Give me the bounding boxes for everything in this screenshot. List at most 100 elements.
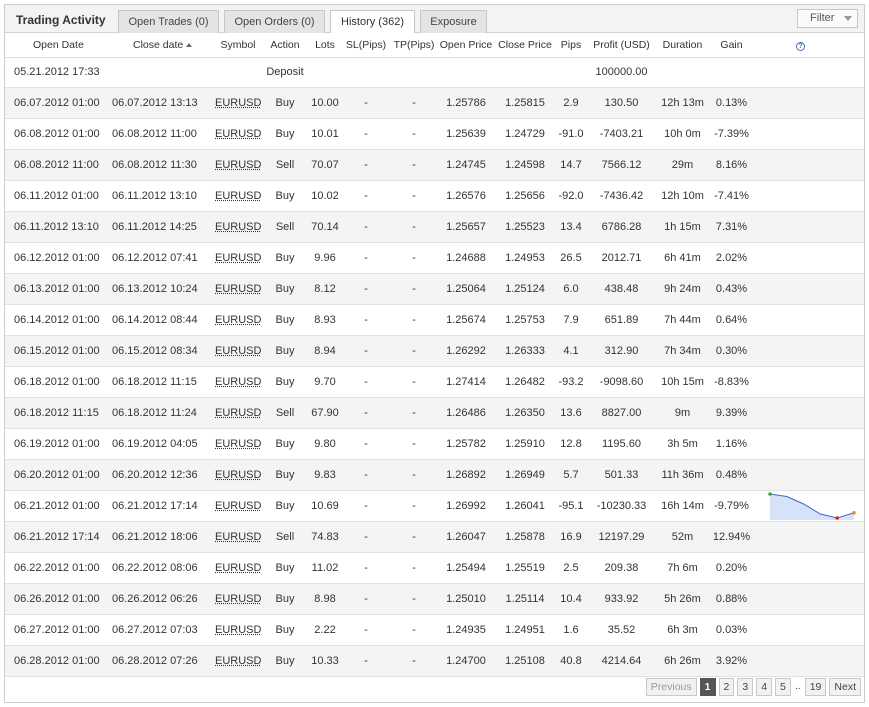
cell-open-price: 1.26486 <box>437 397 495 429</box>
cell-sl-pips: - <box>341 304 391 336</box>
table-row: 06.28.2012 01:00 06.28.2012 07:26 EURUSD Bu… <box>5 645 864 677</box>
cell-open-price: 1.24935 <box>437 614 495 646</box>
symbol-link[interactable]: EURUSD <box>215 190 261 202</box>
cell-gain: -8.83% <box>709 366 754 398</box>
table-row: 06.18.2012 01:00 06.18.2012 11:15 EURUSD Bu… <box>5 366 864 398</box>
col-open-price[interactable]: Open Price <box>437 33 495 58</box>
cell-symbol: EURUSD <box>215 149 261 181</box>
col-duration[interactable]: Duration <box>656 33 709 58</box>
cell-symbol: EURUSD <box>215 459 261 491</box>
cell-open-price: 1.24745 <box>437 149 495 181</box>
cell-tp-pips: - <box>391 273 437 305</box>
history-table: Open Date Close date Symbol Action Lots … <box>5 33 864 677</box>
cell-open-date: 06.18.2012 01:00 <box>5 366 109 398</box>
col-close-date[interactable]: Close date <box>109 33 215 58</box>
cell-pips: -93.2 <box>555 366 587 398</box>
col-pips[interactable]: Pips <box>555 33 587 58</box>
col-close-price[interactable]: Close Price <box>495 33 555 58</box>
cell-pips: -95.1 <box>555 490 587 522</box>
cell-open-price: 1.25494 <box>437 552 495 584</box>
cell-close-price: 1.25878 <box>495 521 555 553</box>
cell-duration: 5h 26m <box>656 583 709 615</box>
pager-page-5[interactable]: 5 <box>775 678 791 696</box>
cell-open-price: 1.25657 <box>437 211 495 243</box>
pager-previous[interactable]: Previous <box>645 678 697 696</box>
col-gain[interactable]: Gain <box>709 33 754 58</box>
symbol-link[interactable]: EURUSD <box>215 531 261 543</box>
cell-profit: -10230.33 <box>587 490 656 522</box>
symbol-link[interactable]: EURUSD <box>215 469 261 481</box>
symbol-link[interactable]: EURUSD <box>215 128 261 140</box>
cell-close-price: 1.26350 <box>495 397 555 429</box>
cell-close-date: 06.27.2012 07:03 <box>109 614 215 646</box>
cell-profit: 209.38 <box>587 552 656 584</box>
pager-page-1[interactable]: 1 <box>699 678 716 696</box>
cell-duration: 10h 15m <box>656 366 709 398</box>
col-tp-pips[interactable]: TP(Pips) <box>391 33 437 58</box>
cell-open-date: 06.20.2012 01:00 <box>5 459 109 491</box>
cell-close-price: 1.25910 <box>495 428 555 460</box>
symbol-link[interactable]: EURUSD <box>215 252 261 264</box>
cell-symbol: EURUSD <box>215 242 261 274</box>
cell-duration: 7h 6m <box>656 552 709 584</box>
cell-chart <box>754 211 864 243</box>
cell-open-date: 06.08.2012 11:00 <box>5 149 109 181</box>
cell-symbol: EURUSD <box>215 428 261 460</box>
pager-page-last[interactable]: 19 <box>804 678 827 696</box>
symbol-link[interactable]: EURUSD <box>215 655 261 667</box>
cell-open-date: 06.15.2012 01:00 <box>5 335 109 367</box>
pager-page-3[interactable]: 3 <box>737 678 754 696</box>
filter-dropdown[interactable]: Filter <box>797 9 858 28</box>
col-profit[interactable]: Profit (USD) <box>587 33 656 58</box>
symbol-link[interactable]: EURUSD <box>215 376 261 388</box>
symbol-link[interactable]: EURUSD <box>215 159 261 171</box>
cell-duration: 11h 36m <box>656 459 709 491</box>
cell-tp-pips: - <box>391 180 437 212</box>
tab-exposure[interactable]: Exposure <box>420 10 487 33</box>
cell-close-date: 06.19.2012 04:05 <box>109 428 215 460</box>
symbol-link[interactable]: EURUSD <box>215 438 261 450</box>
sparkline-end-point <box>852 510 856 515</box>
cell-sl-pips: - <box>341 366 391 398</box>
cell-symbol: EURUSD <box>215 118 261 150</box>
help-icon[interactable]: ? <box>796 41 805 51</box>
table-row: 06.13.2012 01:00 06.13.2012 10:24 EURUSD Bu… <box>5 273 864 305</box>
cell-action: Buy <box>261 490 309 522</box>
cell-duration: 52m <box>656 521 709 553</box>
cell-tp-pips: - <box>391 645 437 677</box>
pager-next[interactable]: Next <box>829 678 861 696</box>
pager-page-2[interactable]: 2 <box>718 678 735 696</box>
symbol-link[interactable]: EURUSD <box>215 407 261 419</box>
cell-lots: 67.90 <box>309 397 341 429</box>
cell-symbol: EURUSD <box>215 304 261 336</box>
col-sl-pips[interactable]: SL(Pips) <box>341 33 391 58</box>
table-row: 06.26.2012 01:00 06.26.2012 06:26 EURUSD Bu… <box>5 583 864 615</box>
symbol-link[interactable]: EURUSD <box>215 562 261 574</box>
cell-gain: 2.02% <box>709 242 754 274</box>
col-action[interactable]: Action <box>261 33 309 58</box>
symbol-link[interactable]: EURUSD <box>215 345 261 357</box>
symbol-link[interactable]: EURUSD <box>215 283 261 295</box>
tab-history[interactable]: History (362) <box>330 10 415 34</box>
pager-page-4[interactable]: 4 <box>756 678 773 696</box>
symbol-link[interactable]: EURUSD <box>215 97 261 109</box>
symbol-link[interactable]: EURUSD <box>215 221 261 233</box>
symbol-link[interactable]: EURUSD <box>215 593 261 605</box>
cell-close-price: 1.25753 <box>495 304 555 336</box>
symbol-link[interactable]: EURUSD <box>215 314 261 326</box>
cell-symbol: EURUSD <box>215 645 261 677</box>
col-lots[interactable]: Lots <box>309 33 341 58</box>
panel-header: Trading Activity Open Trades (0) Open Or… <box>5 5 864 34</box>
col-open-date[interactable]: Open Date <box>5 33 109 58</box>
tab-open-orders[interactable]: Open Orders (0) <box>224 10 325 33</box>
cell-tp-pips: - <box>391 211 437 243</box>
cell-pips: 26.5 <box>555 242 587 274</box>
cell-open-date: 06.18.2012 11:15 <box>5 397 109 429</box>
tab-open-trades[interactable]: Open Trades (0) <box>118 10 219 33</box>
cell-lots: 2.22 <box>309 614 341 646</box>
col-symbol[interactable]: Symbol <box>215 33 261 58</box>
cell-pips: 4.1 <box>555 335 587 367</box>
symbol-link[interactable]: EURUSD <box>215 624 261 636</box>
cell-pips: 40.8 <box>555 645 587 677</box>
symbol-link[interactable]: EURUSD <box>215 500 261 512</box>
